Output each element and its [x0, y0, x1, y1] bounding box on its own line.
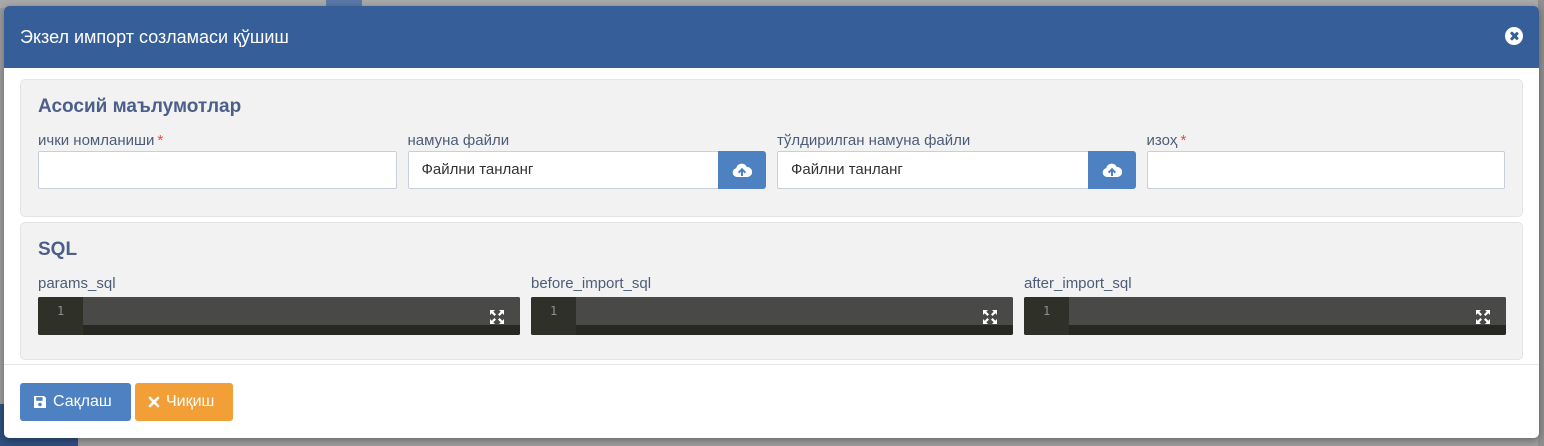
modal-header: Экзел импорт созламаси қўшиш [4, 6, 1539, 68]
exit-button[interactable]: Чиқиш [135, 383, 233, 421]
line-number: 1 [1024, 297, 1069, 335]
sql-title: SQL [38, 239, 78, 260]
floppy-disk-icon [33, 395, 47, 409]
filled-sample-file-picker: Файлни танланг [777, 151, 1136, 189]
before-import-sql-label: before_import_sql [531, 275, 652, 292]
line-number: 1 [531, 297, 576, 335]
active-line[interactable] [83, 297, 520, 325]
sample-file-label: намуна файли [407, 132, 510, 149]
params-sql-editor[interactable]: 1 [38, 297, 520, 335]
filled-sample-file-upload-button[interactable] [1087, 151, 1136, 189]
before-import-sql-editor[interactable]: 1 [531, 297, 1013, 335]
save-button-label: Сақлаш [53, 393, 112, 410]
basic-info-title: Асосий маълумотлар [38, 96, 242, 117]
active-line[interactable] [576, 297, 1013, 325]
save-button[interactable]: Сақлаш [20, 383, 131, 421]
sample-file-field[interactable]: Файлни танланг [407, 151, 718, 189]
import-settings-modal: Экзел импорт созламаси қўшиш Асосий маъл… [4, 6, 1539, 438]
close-icon[interactable] [1505, 27, 1523, 45]
filled-sample-file-group: тўлдирилган намуна файли Файлни танланг [777, 131, 1136, 189]
cloud-upload-icon [1102, 163, 1122, 177]
modal-title: Экзел импорт созламаси қўшиш [20, 26, 289, 47]
params-sql-group: params_sql 1 [38, 274, 520, 335]
internal-name-label-text: ички номланиши [38, 132, 155, 149]
times-icon [148, 396, 160, 408]
expand-icon[interactable] [982, 309, 998, 325]
line-number: 1 [38, 297, 83, 335]
filled-sample-file-field[interactable]: Файлни танланг [777, 151, 1088, 189]
editor-bottom [1069, 325, 1506, 335]
internal-name-input[interactable] [38, 151, 397, 189]
before-import-sql-group: before_import_sql 1 [531, 274, 1013, 335]
expand-icon[interactable] [489, 309, 505, 325]
basic-info-panel: Асосий маълумотлар ички номланиши * намун… [20, 79, 1523, 217]
expand-icon[interactable] [1475, 309, 1491, 325]
sample-file-group: намуна файли Файлни танланг [407, 131, 766, 189]
internal-name-group: ички номланиши * [38, 131, 397, 189]
filled-sample-file-label: тўлдирилган намуна файли [777, 132, 971, 149]
after-import-sql-label: after_import_sql [1024, 275, 1132, 292]
sample-file-upload-button[interactable] [718, 151, 766, 189]
sql-panel: SQL params_sql 1 before_import_sql 1 aft… [20, 222, 1523, 360]
note-label: изоҳ * [1147, 131, 1506, 150]
params-sql-label: params_sql [38, 275, 116, 292]
exit-button-label: Чиқиш [166, 393, 215, 410]
editor-bottom [83, 325, 520, 335]
required-mark: * [157, 132, 164, 149]
note-input[interactable] [1146, 151, 1505, 189]
modal-footer: Сақлаш Чиқиш [4, 364, 1539, 438]
modal-body: Асосий маълумотлар ички номланиши * намун… [4, 68, 1539, 360]
basic-fields-row: ички номланиши * намуна файли Файлни танл… [38, 131, 1506, 189]
required-mark: * [1180, 132, 1187, 149]
sample-file-picker: Файлни танланг [407, 151, 766, 189]
note-label-text: изоҳ [1146, 132, 1178, 149]
active-line[interactable] [1069, 297, 1506, 325]
sql-editors-row: params_sql 1 before_import_sql 1 after_i… [38, 274, 1506, 335]
internal-name-label: ички номланиши * [38, 131, 397, 150]
after-import-sql-group: after_import_sql 1 [1024, 274, 1506, 335]
cloud-upload-icon [732, 163, 752, 177]
editor-bottom [576, 325, 1013, 335]
note-group: изоҳ * [1146, 131, 1506, 189]
after-import-sql-editor[interactable]: 1 [1024, 297, 1506, 335]
